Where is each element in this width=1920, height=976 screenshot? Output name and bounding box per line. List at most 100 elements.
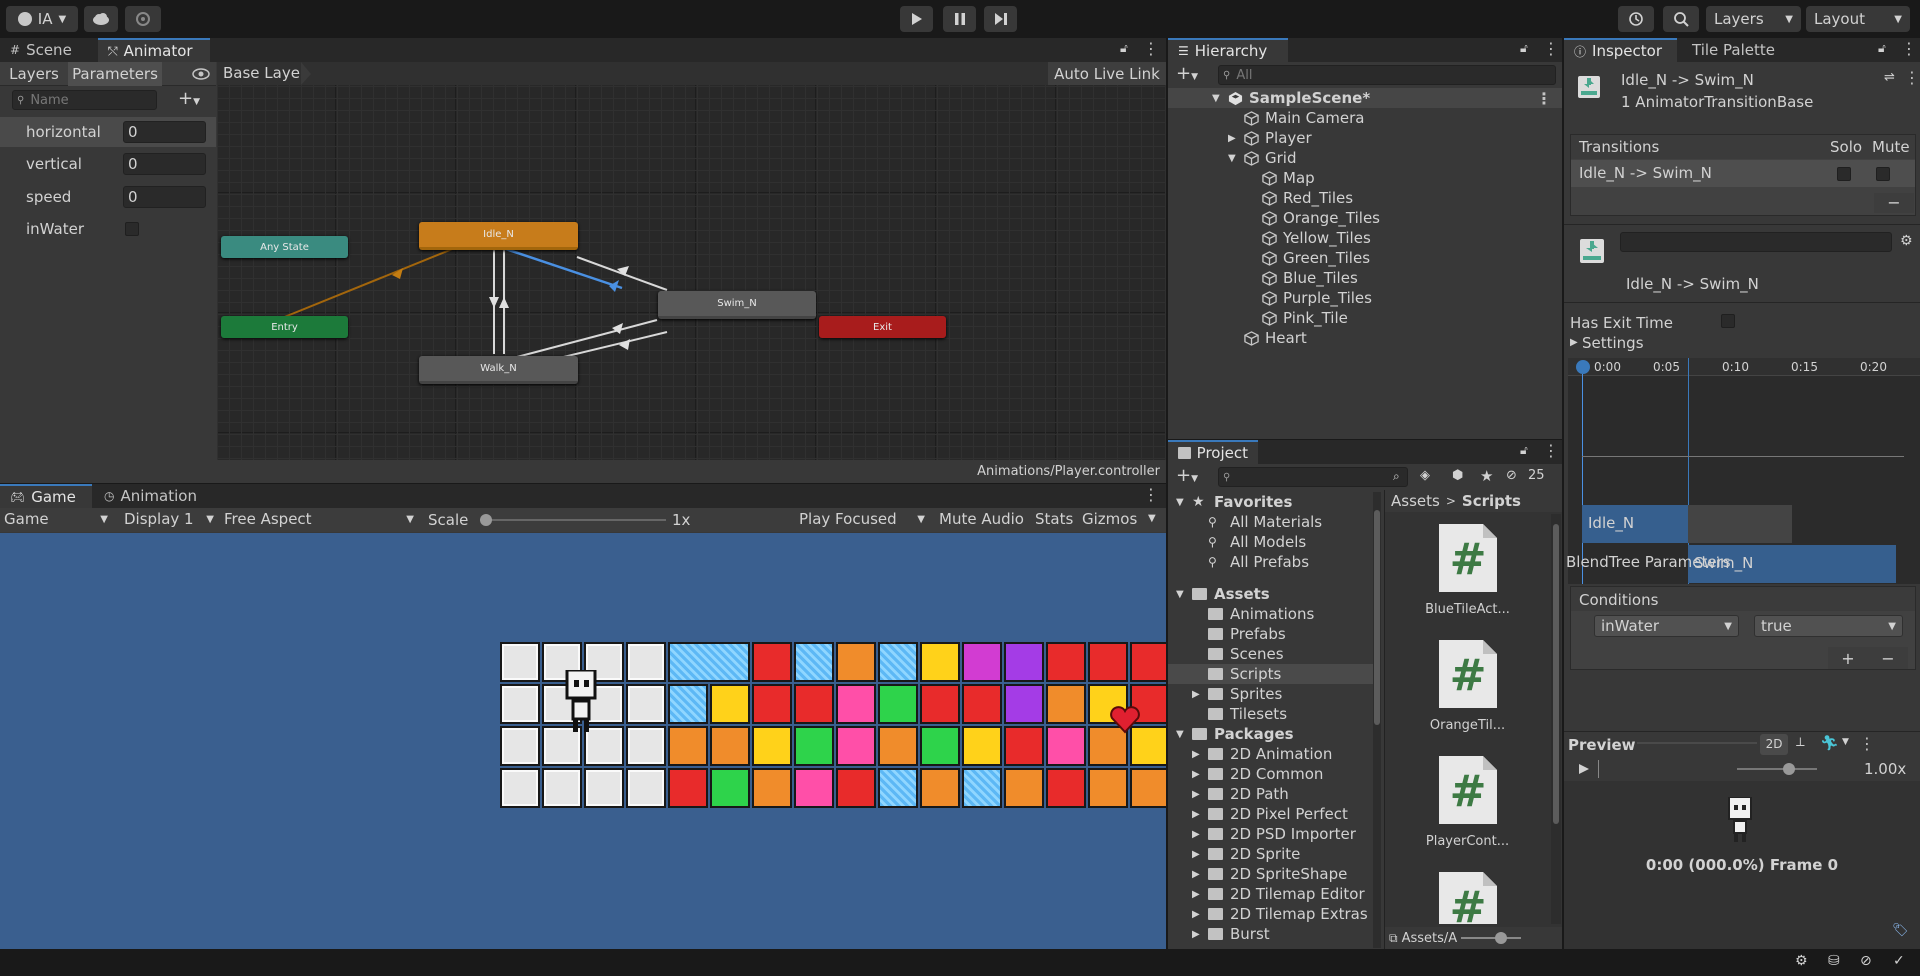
state-idle[interactable]: Idle_N bbox=[419, 222, 578, 250]
chevron-right-icon[interactable]: ▶ bbox=[1192, 909, 1200, 920]
speed-slider[interactable] bbox=[1737, 763, 1817, 775]
favorite-item[interactable]: ⚲ All Models bbox=[1168, 532, 1373, 552]
package-item[interactable]: ▶ Burst bbox=[1168, 924, 1373, 944]
stats-button[interactable]: Stats bbox=[1031, 508, 1077, 530]
tab-scene[interactable]: # Scene bbox=[0, 38, 82, 62]
folder-item[interactable]: Prefabs bbox=[1168, 624, 1373, 644]
tab-layers[interactable]: Layers bbox=[0, 62, 68, 86]
transition-list-item[interactable]: Idle_N -> Swim_N bbox=[1571, 160, 1915, 187]
param-value-field[interactable]: 0 bbox=[123, 153, 206, 175]
add-parameter-button[interactable]: +▼ bbox=[178, 88, 200, 109]
folder-item[interactable]: Scripts bbox=[1168, 664, 1373, 684]
tab-hierarchy[interactable]: ☰ Hierarchy bbox=[1168, 38, 1288, 62]
favorites-section[interactable]: ▼ ★ Favorites bbox=[1168, 492, 1373, 512]
tab-animator[interactable]: ⤲ Animator bbox=[98, 38, 210, 62]
more-icon[interactable]: ⋮ bbox=[1904, 68, 1920, 87]
param-value-field[interactable]: 0 bbox=[123, 186, 206, 208]
param-checkbox[interactable] bbox=[125, 222, 139, 236]
folder-item[interactable]: ▶ Sprites bbox=[1168, 684, 1373, 704]
cloud-button[interactable] bbox=[84, 6, 118, 32]
chevron-right-icon[interactable]: ▶ bbox=[1192, 869, 1200, 880]
hierarchy-search-input[interactable]: ⚲ All bbox=[1218, 65, 1556, 85]
preview-2d-toggle[interactable]: 2D bbox=[1760, 734, 1788, 755]
hierarchy-item[interactable]: Main Camera bbox=[1168, 108, 1562, 128]
game-viewport[interactable] bbox=[0, 533, 1166, 949]
history-button[interactable] bbox=[1618, 6, 1654, 32]
hierarchy-item[interactable]: Green_Tiles bbox=[1168, 248, 1562, 268]
transition-name-input[interactable] bbox=[1620, 232, 1892, 252]
search-button[interactable] bbox=[1663, 6, 1699, 32]
chevron-down-icon[interactable]: ▼ bbox=[1176, 589, 1184, 600]
scale-slider[interactable] bbox=[480, 514, 666, 526]
chevron-down-icon[interactable]: ▼ bbox=[1842, 737, 1849, 747]
account-dropdown[interactable]: IA ▼ bbox=[6, 6, 78, 32]
tab-project[interactable]: Project bbox=[1168, 440, 1258, 464]
more-icon[interactable]: ⋮ bbox=[1543, 441, 1559, 460]
settings-foldout[interactable]: Settings bbox=[1582, 334, 1644, 352]
lock-icon[interactable]: 🔓︎ bbox=[1520, 443, 1528, 458]
package-item[interactable]: ▶ 2D Common bbox=[1168, 764, 1373, 784]
search-options-icon[interactable]: ⌕ bbox=[1393, 469, 1400, 484]
condition-row[interactable]: inWater ▼ true ▼ bbox=[1571, 612, 1915, 642]
more-icon[interactable]: ⋮ bbox=[1543, 39, 1559, 58]
aspect-dropdown[interactable]: Free Aspect ▼ bbox=[220, 508, 418, 530]
chevron-right-icon[interactable]: ▶ bbox=[1192, 829, 1200, 840]
gizmos-button[interactable]: Gizmos bbox=[1078, 508, 1141, 530]
more-icon[interactable]: ⋮ bbox=[1143, 39, 1159, 58]
lock-icon[interactable]: 🔓︎ bbox=[1120, 41, 1128, 56]
mute-audio-button[interactable]: Mute Audio bbox=[935, 508, 1028, 530]
state-swim[interactable]: Swim_N bbox=[658, 291, 816, 319]
eye-icon[interactable] bbox=[192, 68, 210, 80]
layers-dropdown[interactable]: Layers ▼ bbox=[1706, 6, 1801, 32]
hidden-packages-icon[interactable]: ⊘ bbox=[1506, 468, 1517, 483]
scrollbar-thumb[interactable] bbox=[1374, 510, 1380, 725]
scene-row[interactable]: ▼ SampleScene* ⋮ bbox=[1168, 88, 1562, 108]
hierarchy-item[interactable]: Blue_Tiles bbox=[1168, 268, 1562, 288]
package-item[interactable]: ▶ 2D Pixel Perfect bbox=[1168, 804, 1373, 824]
favorite-item[interactable]: ⚲ All Prefabs bbox=[1168, 552, 1373, 572]
packages-section[interactable]: ▼ Packages bbox=[1168, 724, 1373, 744]
check-icon[interactable]: ✓ bbox=[1893, 953, 1905, 969]
gear-icon[interactable]: ⚙ bbox=[1900, 233, 1913, 249]
project-search-input[interactable]: ⚲ bbox=[1218, 467, 1408, 487]
hierarchy-item[interactable]: Purple_Tiles bbox=[1168, 288, 1562, 308]
chevron-right-icon[interactable]: ▶ bbox=[1228, 133, 1236, 144]
package-item[interactable]: ▶ 2D Animation bbox=[1168, 744, 1373, 764]
breadcrumb-scripts[interactable]: Scripts bbox=[1462, 492, 1521, 510]
hierarchy-item[interactable]: Map bbox=[1168, 168, 1562, 188]
state-exit[interactable]: Exit bbox=[819, 316, 946, 338]
chevron-down-icon[interactable]: ▼ bbox=[1148, 513, 1156, 524]
package-item[interactable]: ▶ 2D Sprite bbox=[1168, 844, 1373, 864]
param-row-speed[interactable]: speed 0 bbox=[0, 182, 216, 212]
game-mode-dropdown[interactable]: Game ▼ bbox=[0, 508, 112, 530]
more-icon[interactable]: ⋮ bbox=[1143, 485, 1159, 504]
chevron-right-icon[interactable]: ▶ bbox=[1192, 689, 1200, 700]
clip-idle[interactable]: Idle_N bbox=[1582, 505, 1688, 543]
breadcrumb-assets[interactable]: Assets bbox=[1391, 492, 1440, 510]
folder-item[interactable]: Animations bbox=[1168, 604, 1373, 624]
state-any-state[interactable]: Any State bbox=[221, 236, 348, 258]
favorite-item[interactable]: ⚲ All Materials bbox=[1168, 512, 1373, 532]
state-walk[interactable]: Walk_N bbox=[419, 356, 578, 384]
hierarchy-item[interactable]: ▶ Player bbox=[1168, 128, 1562, 148]
pause-button[interactable] bbox=[943, 6, 976, 32]
remove-transition-button[interactable]: − bbox=[1874, 193, 1914, 213]
package-item[interactable]: ▶ 2D Tilemap Extras bbox=[1168, 904, 1373, 924]
script-file-item[interactable]: # bbox=[1385, 870, 1550, 924]
step-button[interactable] bbox=[984, 6, 1017, 32]
preset-icon[interactable]: ⇌ bbox=[1884, 70, 1895, 85]
layout-dropdown[interactable]: Layout ▼ bbox=[1806, 6, 1910, 32]
param-value-field[interactable]: 0 bbox=[123, 121, 206, 143]
chevron-right-icon[interactable]: ▶ bbox=[1570, 337, 1578, 348]
chevron-down-icon[interactable]: ▼ bbox=[1176, 497, 1184, 508]
package-item[interactable]: ▶ 2D Tilemap Editor bbox=[1168, 884, 1373, 904]
script-file-item[interactable]: # BlueTileAct... bbox=[1385, 522, 1550, 632]
folder-item[interactable]: Tilesets bbox=[1168, 704, 1373, 724]
transition-timeline[interactable]: 0:00 0:05 0:10 0:15 0:20 Idle_N Swim_N bbox=[1568, 358, 1920, 584]
chevron-right-icon[interactable]: ▶ bbox=[1192, 849, 1200, 860]
slider-thumb[interactable] bbox=[1495, 932, 1508, 944]
tab-inspector[interactable]: ⓘ Inspector bbox=[1564, 38, 1677, 62]
more-icon[interactable]: ⋮ bbox=[1536, 89, 1552, 108]
chevron-right-icon[interactable]: ▶ bbox=[1192, 769, 1200, 780]
more-icon[interactable]: ⋮ bbox=[1859, 734, 1875, 753]
